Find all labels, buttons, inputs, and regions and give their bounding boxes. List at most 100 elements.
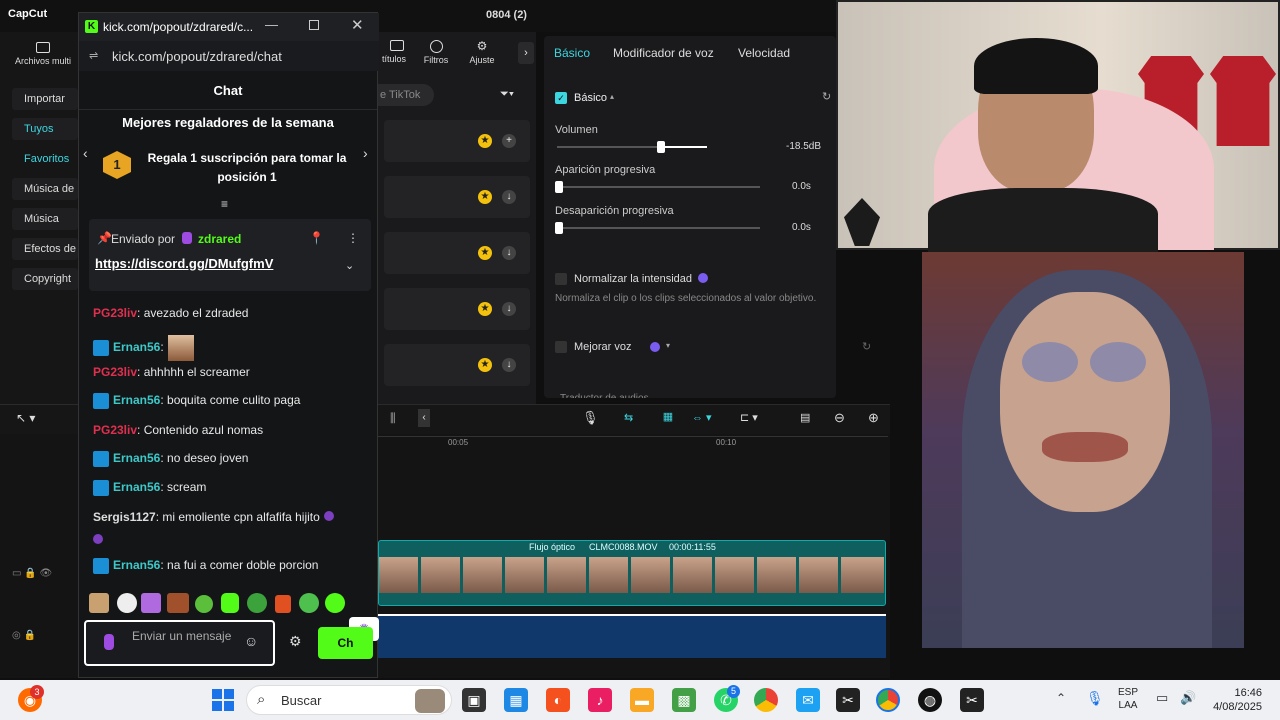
reset-icon[interactable]: ↻ [862,340,871,353]
more-options-icon[interactable]: ⋮ [347,231,359,245]
fade-out-slider-knob[interactable] [555,222,563,234]
fade-out-slider[interactable] [557,227,760,229]
emote-icon[interactable] [299,593,319,613]
minecraft-icon[interactable]: ▩ [672,688,696,712]
app-icon[interactable]: ◐ [546,688,570,712]
pinned-user[interactable]: zdrared [198,232,241,246]
emote-icon[interactable] [325,593,345,613]
basic-checkbox[interactable]: ✓ [555,92,567,104]
snap-icon[interactable]: ⇔ ▾ [692,411,712,424]
pinned-link[interactable]: https://discord.gg/DMufgfmV [95,256,273,271]
network-icon[interactable]: ▭ [1156,690,1168,706]
chevron-down-icon[interactable]: ⌄ [345,259,354,272]
chevron-right-icon[interactable]: › [363,145,368,161]
settings-icon[interactable]: ⚙ [289,633,302,650]
add-icon[interactable]: + [502,134,516,148]
chevron-down-icon[interactable]: ▾ [666,341,670,350]
microphone-icon[interactable]: 🎙 [582,410,599,426]
task-view-icon[interactable]: ▣ [462,688,486,712]
download-icon[interactable]: ↓ [502,190,516,204]
collapse-icon[interactable]: ≡ [221,197,228,211]
reset-icon[interactable]: ↻ [822,90,831,103]
star-icon[interactable]: ★ [478,190,492,204]
star-icon[interactable]: ★ [478,302,492,316]
chat-username[interactable]: Ernan56 [113,340,160,354]
caption-icon[interactable]: ▤ [800,411,810,424]
adjust-tool-button[interactable]: ⚙ Ajuste [462,40,502,66]
link-tool-icon[interactable]: ⇆ [624,411,633,424]
language-indicator[interactable]: ESP LAA [1118,686,1138,712]
sidebar-item-tuyos[interactable]: Tuyos [12,118,78,140]
chevron-up-icon[interactable]: ▴ [610,92,614,101]
enhance-voice-checkbox[interactable] [555,341,567,353]
music-icon[interactable]: ♪ [588,688,612,712]
kick-url-text[interactable]: kick.com/popout/zdrared/chat [112,49,282,64]
chevron-right-icon[interactable]: › [518,42,534,64]
chat-username[interactable]: Ernan56 [113,558,160,572]
fade-out-value[interactable]: 0.0s [792,222,811,233]
unpin-icon[interactable]: 📍 [309,231,324,245]
audio-clip[interactable] [378,614,886,658]
chat-username[interactable]: Ernan56 [113,393,160,407]
windows-start-icon[interactable] [212,689,234,711]
emote-icon[interactable] [247,593,267,613]
captions-tool-button[interactable]: títulos [376,40,412,64]
kick-address-bar[interactable]: ⇌ kick.com/popout/zdrared/chat [79,41,379,71]
volume-value[interactable]: -18.5dB [786,141,821,152]
emote-icon[interactable] [275,595,291,613]
chat-username[interactable]: Ernan56 [113,480,160,494]
emote-icon[interactable] [117,593,137,613]
fade-in-value[interactable]: 0.0s [792,181,811,192]
chat-username[interactable]: Ernan56 [113,451,160,465]
chrome-icon[interactable] [754,688,778,712]
obs-icon[interactable]: ◍ [918,688,942,712]
download-icon[interactable]: ↓ [502,358,516,372]
capcut-icon[interactable]: ✂ [836,688,860,712]
chat-username[interactable]: PG23liv [93,306,137,320]
sidebar-item-copyright[interactable]: Copyright [12,268,78,290]
download-icon[interactable]: ↓ [502,246,516,260]
minimize-icon[interactable]: — [265,17,278,32]
chrome-active-icon[interactable] [876,688,900,712]
chevron-up-icon[interactable]: ⌃ [1056,691,1066,705]
folder-icon[interactable]: ▬ [630,688,654,712]
star-icon[interactable]: ★ [478,134,492,148]
microphone-icon[interactable]: 🎙 [1086,690,1104,707]
volume-icon[interactable]: 🔊 [1180,690,1196,706]
star-icon[interactable]: ★ [478,358,492,372]
close-icon[interactable]: ✕ [351,16,364,34]
download-icon[interactable]: ↓ [502,302,516,316]
maximize-icon[interactable] [309,20,319,30]
emote-icon[interactable] [221,593,239,613]
video-clip[interactable]: Flujo óptico CLMC0088.MOV 00:00:11:55 [378,540,886,606]
fade-in-slider-knob[interactable] [555,181,563,193]
taskbar-search-input[interactable]: ⌕ Buscar [246,685,452,715]
split-tool-icon[interactable]: ⫼ [390,411,396,426]
track-lock-icon[interactable]: ▭ 🔒 👁 [12,568,52,579]
collapse-icon[interactable]: ‹ [418,409,430,427]
select-tool-icon[interactable]: ↖ ▾ [16,411,35,425]
chat-username[interactable]: PG23liv [93,423,137,437]
tab-basico[interactable]: Básico [554,46,590,60]
tab-modificador-voz[interactable]: Modificador de voz [613,46,714,60]
volume-slider-knob[interactable] [657,141,665,153]
chat-input[interactable]: Enviar un mensaje ☺ [84,620,275,666]
filter-icon[interactable]: ⏷▾ [500,88,514,101]
emote-icon[interactable] [195,595,213,613]
sidebar-item-favoritos[interactable]: Favoritos [12,148,78,170]
emote-icon[interactable] [167,593,189,613]
sidebar-item-musica[interactable]: Música [12,208,78,230]
fade-in-slider[interactable] [557,186,760,188]
store-icon[interactable]: ▦ [504,688,528,712]
emote-icon[interactable] [89,593,109,613]
preview-axis-icon[interactable]: ⊏ ▾ [740,411,758,424]
sidebar-item-efectos[interactable]: Efectos de [12,238,78,260]
app-icon[interactable]: ✉ [796,688,820,712]
normalize-checkbox[interactable] [555,273,567,285]
sidebar-item-musica-de[interactable]: Música de [12,178,78,200]
tab-velocidad[interactable]: Velocidad [738,46,790,60]
sidebar-item-importar[interactable]: Importar [12,88,78,110]
chevron-left-icon[interactable]: ‹ [83,145,88,161]
emoji-icon[interactable]: ☺ [244,633,258,649]
magnet-icon[interactable]: ▦ [658,410,678,428]
